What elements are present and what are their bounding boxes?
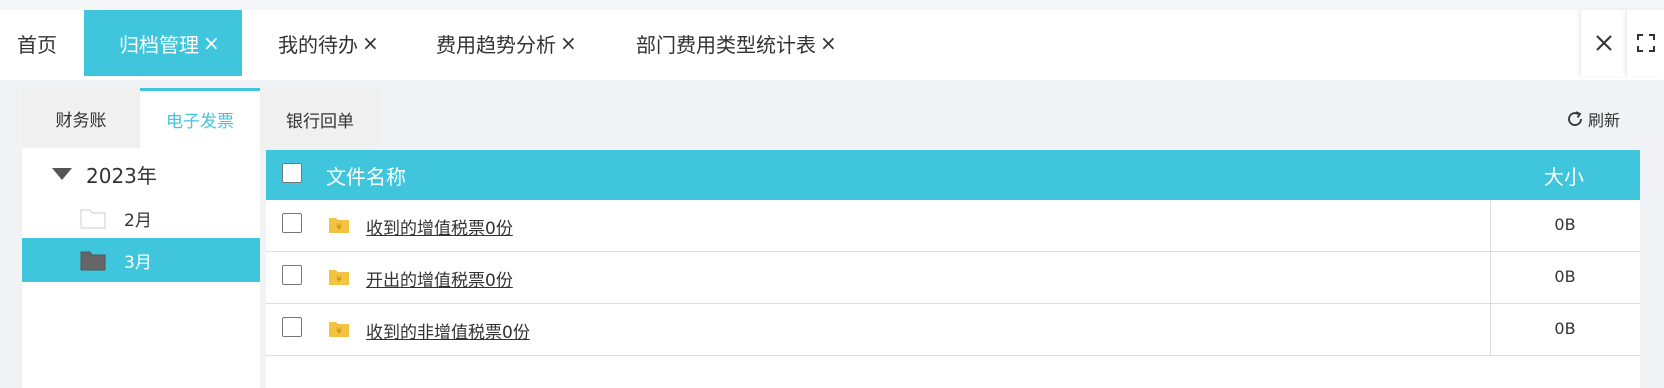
subtab-finance[interactable]: 财务账 xyxy=(22,88,140,148)
file-size: 0B xyxy=(1554,267,1576,286)
fullscreen-button[interactable] xyxy=(1626,10,1664,76)
table-row: ¥ 收到的增值税票0份 0B xyxy=(266,200,1640,252)
file-name-link[interactable]: 收到的增值税票0份 xyxy=(366,214,513,239)
caret-down-icon[interactable] xyxy=(52,168,72,180)
row-checkbox[interactable] xyxy=(282,317,302,337)
file-name-link[interactable]: 收到的非增值税票0份 xyxy=(366,318,530,343)
file-folder-icon: ¥ xyxy=(329,270,349,285)
tab-home-label: 首页 xyxy=(17,32,57,57)
table-empty-area xyxy=(266,356,1640,388)
file-name-link[interactable]: 开出的增值税票0份 xyxy=(366,266,513,291)
folder-icon xyxy=(80,209,106,229)
tree-month-label: 3月 xyxy=(124,252,152,273)
refresh-button[interactable]: 刷新 xyxy=(1566,107,1620,131)
tree-item-month[interactable]: 2月 xyxy=(22,196,260,240)
tab-home[interactable]: 首页 xyxy=(0,10,84,76)
subtab-bank[interactable]: 银行回单 xyxy=(260,88,380,150)
tree-item-year[interactable]: 2023年 xyxy=(22,152,260,196)
tab-archive[interactable]: 归档管理 × xyxy=(84,10,242,76)
tab-todo-label: 我的待办 xyxy=(278,32,358,57)
close-icon xyxy=(1595,35,1612,51)
column-header-size: 大小 xyxy=(1544,164,1584,189)
folder-icon xyxy=(80,251,106,271)
close-icon[interactable]: × xyxy=(560,31,577,55)
close-icon[interactable]: × xyxy=(820,31,837,55)
select-all-checkbox[interactable] xyxy=(282,163,302,183)
file-size: 0B xyxy=(1554,215,1576,234)
column-header-name: 文件名称 xyxy=(326,164,406,189)
tab-trend-label: 费用趋势分析 xyxy=(436,32,556,57)
tree-year-label: 2023年 xyxy=(86,163,157,188)
svg-text:¥: ¥ xyxy=(336,223,342,233)
fullscreen-icon xyxy=(1636,34,1655,52)
top-strip xyxy=(0,0,1664,10)
tab-trend[interactable]: 费用趋势分析 × xyxy=(418,10,577,76)
table-header: 文件名称 大小 xyxy=(266,150,1640,200)
subtab-invoice[interactable]: 电子发票 xyxy=(140,88,260,148)
svg-text:¥: ¥ xyxy=(336,275,342,285)
tab-archive-label: 归档管理 xyxy=(119,32,199,57)
tab-dept-label: 部门费用类型统计表 xyxy=(636,32,816,57)
folder-tree: 2023年 2月 3月 xyxy=(22,148,260,388)
close-all-button[interactable] xyxy=(1580,10,1626,76)
table-row: ¥ 收到的非增值税票0份 0B xyxy=(266,304,1640,356)
subtab-finance-label: 财务账 xyxy=(55,110,107,131)
file-folder-icon: ¥ xyxy=(329,218,349,233)
row-checkbox[interactable] xyxy=(282,265,302,285)
tree-month-label: 2月 xyxy=(124,210,152,231)
close-icon[interactable]: × xyxy=(362,31,379,55)
tab-bar: 首页 归档管理 × 我的待办 × 费用趋势分析 × 部门费用类型统计表 × xyxy=(0,10,1664,80)
file-folder-icon: ¥ xyxy=(329,322,349,337)
refresh-label: 刷新 xyxy=(1588,111,1621,130)
subtab-invoice-label: 电子发票 xyxy=(166,112,234,132)
subtab-bank-label: 银行回单 xyxy=(286,111,354,132)
table-row: ¥ 开出的增值税票0份 0B xyxy=(266,252,1640,304)
tree-item-month-selected[interactable]: 3月 xyxy=(22,238,260,282)
file-size: 0B xyxy=(1554,319,1576,338)
file-table: 文件名称 大小 ¥ 收到的增值税票0份 0B ¥ 开出的增值税票0份 0B ¥ … xyxy=(266,150,1640,388)
refresh-icon xyxy=(1568,111,1582,126)
close-icon[interactable]: × xyxy=(203,31,220,55)
tab-dept[interactable]: 部门费用类型统计表 × xyxy=(618,10,837,76)
svg-text:¥: ¥ xyxy=(336,327,342,337)
row-checkbox[interactable] xyxy=(282,213,302,233)
tab-todo[interactable]: 我的待办 × xyxy=(260,10,379,76)
